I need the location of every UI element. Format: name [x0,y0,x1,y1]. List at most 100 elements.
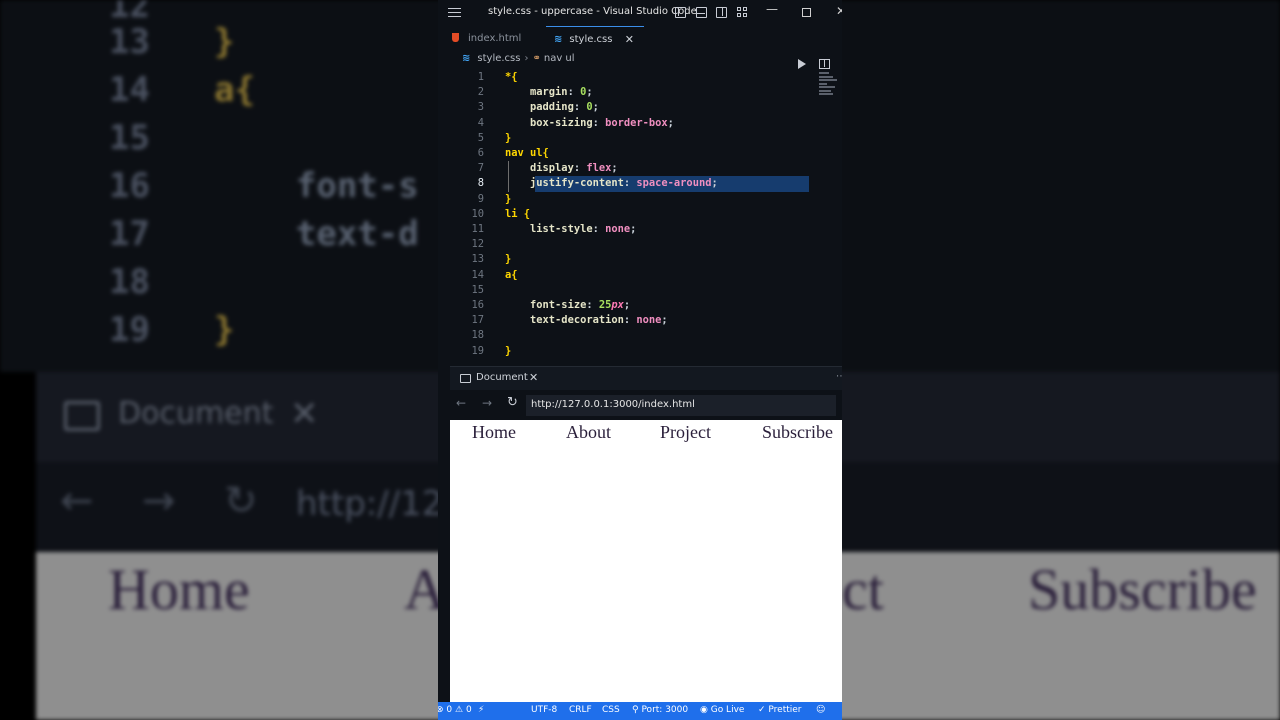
broadcast-icon: ◉ [700,705,711,715]
split-editor-icon[interactable] [819,59,830,69]
minimize-button[interactable]: — [766,2,778,16]
preview-address-bar: ← → ↻ http://127.0.0.1:3000/index.html [450,390,842,420]
editor-tabbar: index.html ≋ style.css ✕ [438,26,842,69]
maximize-button[interactable] [802,8,811,17]
code-text: } [505,131,512,144]
line-number: 10 [471,207,484,220]
code-editor[interactable]: 1 *{2 margin: 0; 3 padding: 0; 4 box-sizing… [438,69,842,366]
code-line[interactable]: 19} [438,344,842,359]
url-input[interactable]: http://127.0.0.1:3000/index.html [526,395,836,416]
more-actions-icon[interactable]: ⋯ [836,371,842,382]
line-number: 3 [477,101,484,114]
background-browser-icon [64,401,100,431]
code-line[interactable]: 4 box-sizing: border-box; [438,116,842,131]
bolt-icon[interactable]: ⚡ [478,705,484,715]
customize-layout-icon[interactable] [737,7,748,18]
background-forward-icon: → [142,478,176,524]
tab-style-css[interactable]: ≋ style.css ✕ [546,26,644,52]
nav-link-project[interactable]: Project [660,422,711,443]
code-text: li { [505,207,531,220]
vscode-window: style.css - uppercase - Visual Studio Co… [438,0,842,720]
background-line-number: 16 [109,166,150,206]
nav-link-subscribe[interactable]: Subscribe [762,422,833,443]
code-line[interactable]: 18 [438,328,842,343]
tab-label: index.html [468,33,522,44]
breadcrumb-file[interactable]: style.css [477,53,520,64]
background-code-text: font-s [214,166,419,206]
code-line[interactable]: 10 li { [438,207,842,222]
problems-status[interactable]: ⊗ 0 ⚠ 0 [438,705,472,715]
warning-count: 0 [465,705,472,715]
code-text: display: flex; [530,162,618,175]
line-number: 14 [471,268,484,281]
line-number: 17 [471,314,484,327]
language-status[interactable]: CSS [602,705,620,715]
nav-link-about[interactable]: About [566,422,611,443]
back-arrow-icon[interactable]: ← [456,396,466,410]
reload-icon[interactable]: ↻ [507,395,518,410]
code-line[interactable]: 14 a{ [438,268,842,283]
css-file-icon: ≋ [554,34,563,45]
line-number: 13 [471,253,484,266]
preview-tab-label[interactable]: Document [476,372,528,383]
close-preview-icon[interactable]: ✕ [529,371,538,384]
code-line[interactable]: 8 justify-content: space-around; [438,176,842,192]
code-line[interactable]: 3 padding: 0; [438,100,842,115]
code-text: text-decoration: none; [530,314,668,327]
background-line-number: 17 [109,214,150,254]
background-close-icon: ✕ [290,394,319,434]
code-line[interactable]: 12 [438,237,842,252]
css-file-icon: ≋ [462,53,471,64]
encoding-status[interactable]: UTF-8 [531,705,557,715]
background-line-number: 18 [109,262,150,302]
symbol-icon: ⚭ [532,53,541,64]
background-tab-label: Document [118,396,274,431]
background-reload-icon: ↻ [224,478,258,524]
line-number: 19 [471,344,484,357]
code-text: nav ul{ [505,147,549,159]
toggle-sidebar-icon[interactable] [675,7,686,18]
code-line[interactable]: 9} [438,192,842,207]
port-status[interactable]: ⚲ Port: 3000 [632,705,688,715]
code-line[interactable]: 2 margin: 0; [438,85,842,100]
breadcrumb-symbol[interactable]: nav ul [544,53,575,64]
eol-status[interactable]: CRLF [569,705,592,715]
code-line[interactable]: 1 *{ [438,70,842,85]
line-number: 16 [471,299,484,311]
nav-link-home[interactable]: Home [472,422,516,443]
code-line[interactable]: 7 display: flex; [438,161,842,176]
tab-index-html[interactable]: index.html [452,26,546,52]
background-code-text: } [214,22,235,62]
toggle-panel-icon[interactable] [696,7,707,18]
code-line[interactable]: 16 font-size: 25px; [438,298,842,313]
close-tab-icon[interactable]: ✕ [625,27,634,53]
line-number: 9 [477,192,484,205]
code-line[interactable]: 5} [438,131,842,146]
background-line-number: 19 [109,310,150,350]
prettier-status[interactable]: ✓ Prettier [758,705,802,715]
window-title: style.css - uppercase - Visual Studio Co… [488,6,697,17]
code-text: padding: 0; [530,101,599,114]
code-text: } [505,344,512,357]
feedback-icon[interactable]: ☺ [816,705,825,715]
code-text: font-size: 25px; [530,299,631,311]
port-label: Port: 3000 [641,705,689,715]
go-live-button[interactable]: ◉ Go Live [700,705,744,715]
forward-arrow-icon[interactable]: → [482,396,492,410]
close-window-button[interactable]: ✕ [836,4,842,18]
line-number: 11 [471,223,484,235]
code-text: } [505,192,512,205]
code-line[interactable]: 17 text-decoration: none; [438,313,842,328]
toggle-secondary-sidebar-icon[interactable] [716,7,727,18]
code-line[interactable]: 6 nav ul{ [438,146,842,161]
code-line[interactable]: 11 list-style: none; [438,222,842,237]
run-icon[interactable] [798,59,806,69]
background-code-text: text-d [214,214,419,254]
preview-page: Home About Project Subscribe [450,420,842,702]
code-line[interactable]: 15 [438,283,842,298]
code-line[interactable]: 13} [438,252,842,267]
background-code-text: a{ [214,70,255,110]
tab-label: style.css [569,34,613,45]
hamburger-menu-icon[interactable] [448,8,461,17]
background-nav-link: Home [108,557,250,622]
